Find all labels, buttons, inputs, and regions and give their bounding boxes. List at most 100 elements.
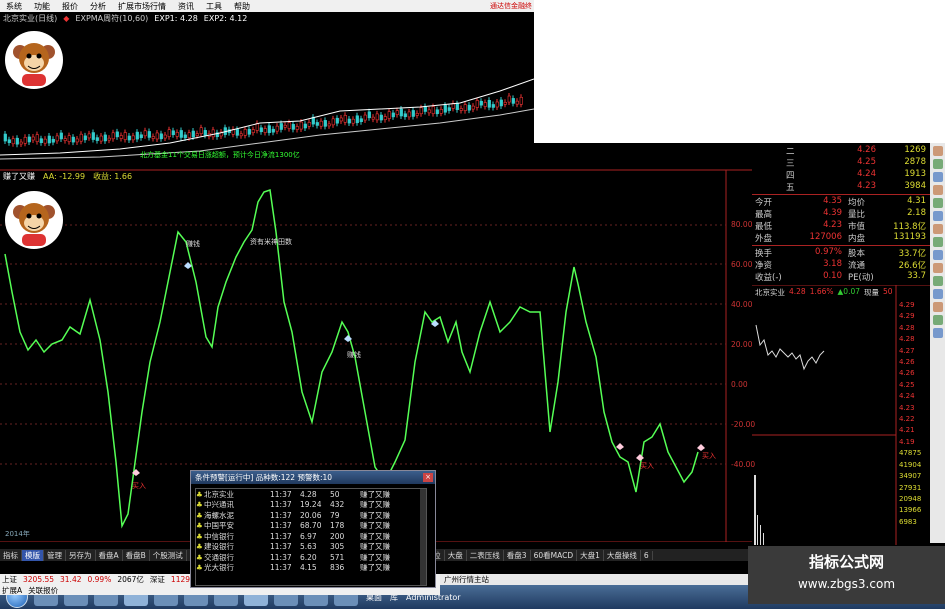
candle-body — [419, 107, 423, 115]
orderbook-row[interactable]: 二 4.26 1269 — [752, 145, 930, 157]
indicator-tab[interactable]: 大盘1 — [577, 549, 604, 561]
candle-body — [427, 109, 431, 114]
indicator-tab[interactable]: 模版 — [22, 549, 44, 561]
tool-icon[interactable] — [932, 328, 943, 338]
mini-price: 4.28 — [789, 287, 806, 296]
quote-panel: 二 4.26 1269 三 4.25 2878 四 4.24 1913 五 4.23 3984 … — [752, 143, 930, 285]
candle-body — [423, 106, 427, 112]
close-icon[interactable]: × — [423, 473, 433, 482]
alert-row[interactable]: ♣ 中兴通讯 11:37 19.24 432 赚了又赚 — [196, 500, 426, 511]
menu-quote[interactable]: 报价 — [56, 1, 84, 12]
indicator-name[interactable]: 赚了又赚 — [3, 171, 35, 182]
blank-panel — [534, 0, 945, 143]
sh-change: 31.42 — [60, 575, 82, 584]
alert-ind: 赚了又赚 — [360, 500, 390, 510]
alert-window-title[interactable]: 条件预警[运行中] 品种数:122 预警数:10 — [191, 471, 435, 484]
indicator-tab[interactable]: 指标 — [0, 549, 22, 561]
alert-row[interactable]: ♣ 光大银行 11:37 4.15 836 赚了又赚 — [196, 563, 426, 574]
menu-bar: 系统 功能 报价 分析 扩展市场行情 资讯 工具 帮助 — [0, 0, 534, 12]
tool-icon[interactable] — [932, 237, 943, 247]
orderbook-row[interactable]: 四 4.24 1913 — [752, 169, 930, 181]
candle-body — [295, 126, 299, 130]
mini-y-tick: 4.23 — [899, 403, 915, 412]
brand-link[interactable]: 通达信金融终 — [483, 0, 534, 12]
tool-icon[interactable] — [932, 211, 943, 221]
tool-icon[interactable] — [932, 263, 943, 273]
news-announcement[interactable]: 北方基金11个交易日涨超额，预计今日净流1300亿 — [140, 150, 300, 160]
tool-icon[interactable] — [932, 159, 943, 169]
stat-row: 最高 4.39 量比 2.18 — [755, 208, 926, 220]
candle-body — [15, 137, 19, 145]
expma-name[interactable]: EXPMA周符(10,60) — [75, 13, 148, 24]
indicator-tab[interactable]: 个股测试 — [150, 549, 187, 561]
alert-row[interactable]: ♣ 中信银行 11:37 6.97 200 赚了又赚 — [196, 531, 426, 542]
alert-row[interactable]: ♣ 交通银行 11:37 6.20 571 赚了又赚 — [196, 552, 426, 563]
menu-function[interactable]: 功能 — [28, 1, 56, 12]
mini-chart-title: 北京实业 4.28 1.66% ▲0.07 现量 50 — [755, 287, 893, 298]
candle-body — [291, 124, 295, 130]
mini-y-tick: 4.26 — [899, 358, 915, 367]
tool-icon[interactable] — [932, 146, 943, 156]
mini-y-tick: 4.29 — [899, 301, 915, 309]
candle-body — [351, 118, 355, 124]
tool-icon[interactable] — [932, 224, 943, 234]
orderbook-row[interactable]: 五 4.23 3984 — [752, 181, 930, 193]
indicator-tab[interactable]: 60看MACD — [531, 549, 578, 561]
alert-price: 6.97 — [300, 531, 317, 541]
candle-body — [179, 130, 183, 138]
scrollbar[interactable] — [420, 489, 426, 585]
tool-icon[interactable] — [932, 315, 943, 325]
candle-body — [171, 130, 175, 136]
alert-vol: 79 — [330, 510, 340, 520]
candle-body — [443, 104, 447, 113]
server-name[interactable]: 广州行情主站 — [444, 574, 489, 585]
orderbook-row[interactable]: 三 4.25 2878 — [752, 157, 930, 169]
menu-extended-market[interactable]: 扩展市场行情 — [112, 1, 172, 12]
indicator-tab[interactable]: 另存为 — [66, 549, 96, 561]
tool-icon[interactable] — [932, 198, 943, 208]
alert-bell-icon: ♣ — [196, 500, 203, 510]
mini-y-tick: 4.29 — [899, 312, 915, 321]
tool-icon[interactable] — [932, 250, 943, 260]
menu-help[interactable]: 帮助 — [228, 1, 256, 12]
indicator-tab[interactable]: 二表压线 — [467, 549, 504, 561]
candle-body — [343, 115, 347, 123]
indicator-tab[interactable]: 看盘B — [123, 549, 150, 561]
alert-vol: 305 — [330, 542, 345, 552]
alert-row[interactable]: ♣ 北京实业 11:37 4.28 50 赚了又赚 — [196, 489, 426, 500]
menu-tools[interactable]: 工具 — [200, 1, 228, 12]
menu-news[interactable]: 资讯 — [172, 1, 200, 12]
alert-row[interactable]: ♣ 中国平安 11:37 68.70 178 赚了又赚 — [196, 521, 426, 532]
tool-icon[interactable] — [932, 185, 943, 195]
ext-tab[interactable]: 扩展A — [2, 585, 22, 596]
indicator-header: 赚了又赚 AA: -12.99 收益: 1.66 — [0, 170, 534, 182]
sh-index[interactable]: 3205.55 — [23, 575, 54, 584]
alert-window[interactable]: 条件预警[运行中] 品种数:122 预警数:10 × ♣ 北京实业 11:37 4.2… — [190, 470, 436, 588]
indicator-tab[interactable]: 大盘操线 — [604, 549, 641, 561]
indicator-tab[interactable]: 管理 — [44, 549, 66, 561]
tool-icon[interactable] — [932, 289, 943, 299]
candle-body — [359, 118, 363, 122]
tool-icon[interactable] — [932, 276, 943, 286]
candle-body — [275, 125, 279, 132]
menu-analysis[interactable]: 分析 — [84, 1, 112, 12]
indicator-tab[interactable]: 看盘3 — [504, 549, 531, 561]
mini-y-tick: 4.25 — [899, 380, 915, 389]
candle-body — [379, 114, 383, 121]
candle-body — [95, 137, 99, 141]
menu-system[interactable]: 系统 — [0, 1, 28, 12]
sh-amount: 2067亿 — [117, 575, 144, 584]
indicator-tab[interactable]: 大盘 — [445, 549, 467, 561]
signal-label-buy-1: 买入 — [132, 482, 146, 490]
alert-row[interactable]: ♣ 建设银行 11:37 5.63 305 赚了又赚 — [196, 542, 426, 553]
candlestick-chart[interactable] — [0, 25, 534, 162]
alert-price: 19.24 — [300, 500, 322, 510]
indicator-tab[interactable]: 看盘A — [96, 549, 123, 561]
alert-row[interactable]: ♣ 海螺水泥 11:37 20.06 79 赚了又赚 — [196, 510, 426, 521]
indicator-tab[interactable]: 6 — [641, 550, 653, 560]
related-quote-tab[interactable]: 关联报价 — [28, 585, 58, 596]
stock-title[interactable]: 北京实业(日线) — [3, 13, 57, 24]
candle-body — [267, 125, 271, 133]
tool-icon[interactable] — [932, 302, 943, 312]
tool-icon[interactable] — [932, 172, 943, 182]
